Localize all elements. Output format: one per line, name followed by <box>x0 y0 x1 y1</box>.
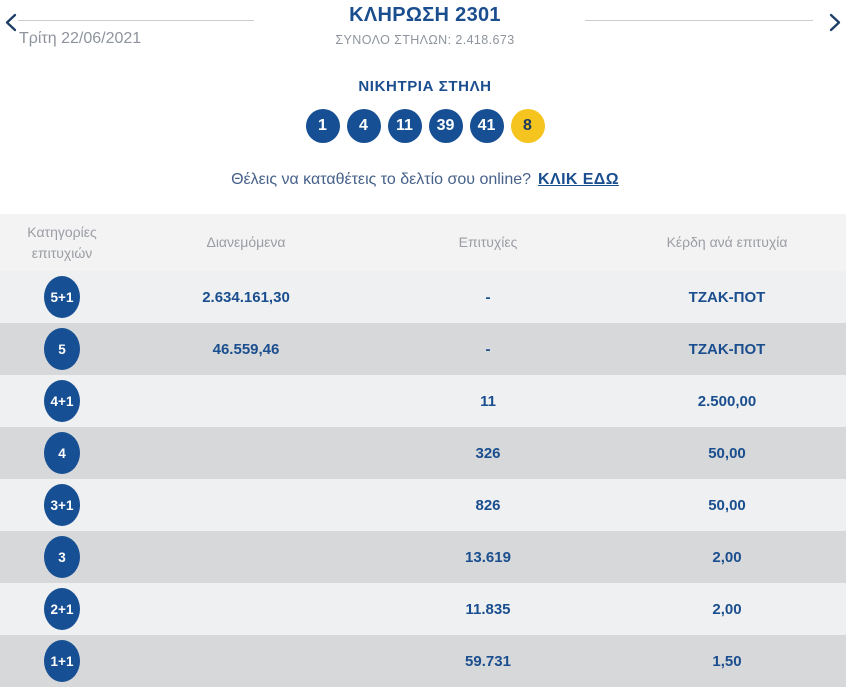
wins-value: - <box>485 288 491 306</box>
prize-value: 2,00 <box>712 548 742 566</box>
prize-value: ΤΖΑΚ-ΠΟΤ <box>688 340 766 358</box>
winning-number-ball: 1 <box>305 109 340 143</box>
winning-number-ball: 11 <box>387 109 422 143</box>
table-row: 4 326 50,00 <box>0 427 846 479</box>
category-badge: 3 <box>44 536 80 578</box>
cta-line: Θέλεις να καταθέτεις το δελτίο σου onlin… <box>0 171 850 189</box>
table-row: 3+1 826 50,00 <box>0 479 846 531</box>
category-badge: 5 <box>44 328 80 370</box>
wins-value: 13.619 <box>465 548 511 566</box>
prize-value: 2.500,00 <box>697 392 757 410</box>
table-row: 3 13.619 2,00 <box>0 531 846 583</box>
prize-value: 50,00 <box>708 496 746 514</box>
cta-text: Θέλεις να καταθέτεις το δελτίο σου onlin… <box>231 171 532 188</box>
wins-value: 59.731 <box>465 652 511 670</box>
category-badge: 3+1 <box>44 484 80 526</box>
category-badge: 5+1 <box>44 276 80 318</box>
winning-number-ball: 4 <box>346 109 381 143</box>
category-badge: 4+1 <box>44 380 80 422</box>
header-wins: Επιτυχίες <box>458 234 518 251</box>
table-row: 4+1 11 2.500,00 <box>0 375 846 427</box>
winning-number-ball: 39 <box>428 109 463 143</box>
winning-column-label: ΝΙΚΗΤΡΙΑ ΣΤΗΛΗ <box>358 78 492 95</box>
category-badge: 4 <box>44 432 80 474</box>
wins-value: 326 <box>475 444 501 462</box>
table-row: 1+1 59.731 1,50 <box>0 635 846 687</box>
prize-value: 2,00 <box>712 600 742 618</box>
draw-title: ΚΛΗΡΩΣΗ 2301 <box>349 4 501 26</box>
draw-title-block: ΚΛΗΡΩΣΗ 2301 ΣΥΝΟΛΟ ΣΤΗΛΩΝ: 2.418.673 <box>0 4 850 47</box>
right-divider-line <box>585 20 813 21</box>
table-row: 5 46.559,46 - ΤΖΑΚ-ΠΟΤ <box>0 323 846 375</box>
prize-value: 50,00 <box>708 444 746 462</box>
header-category: Κατηγορίες επιτυχιών <box>27 224 97 261</box>
wins-value: 11 <box>480 392 496 410</box>
prize-table-header: Κατηγορίες επιτυχιών Διανεμόμενα Επιτυχί… <box>0 214 846 271</box>
table-row: 5+1 2.634.161,30 - ΤΖΑΚ-ΠΟΤ <box>0 271 846 323</box>
distributed-value: 46.559,46 <box>212 340 280 358</box>
category-badge: 1+1 <box>44 640 80 682</box>
prize-value: 1,50 <box>712 652 742 670</box>
wins-value: 826 <box>475 496 501 514</box>
prize-table: Κατηγορίες επιτυχιών Διανεμόμενα Επιτυχί… <box>0 214 846 687</box>
wins-value: - <box>485 340 491 358</box>
total-columns: ΣΥΝΟΛΟ ΣΤΗΛΩΝ: 2.418.673 <box>335 33 515 47</box>
click-here-link[interactable]: ΚΛΙΚ ΕΔΩ <box>538 171 619 188</box>
draw-navigation-bar: Τρίτη 22/06/2021 ΚΛΗΡΩΣΗ 2301 ΣΥΝΟΛΟ ΣΤΗ… <box>0 0 850 55</box>
winning-number-ball: 41 <box>469 109 504 143</box>
header-distributed: Διανεμόμενα <box>206 234 286 251</box>
winning-numbers: 1 4 11 39 41 8 <box>0 109 850 143</box>
distributed-value: 2.634.161,30 <box>202 288 290 306</box>
joker-number-ball: 8 <box>510 109 545 143</box>
table-row: 2+1 11.835 2,00 <box>0 583 846 635</box>
next-draw-chevron-icon[interactable] <box>828 13 842 32</box>
prize-value: ΤΖΑΚ-ΠΟΤ <box>688 288 766 306</box>
wins-value: 11.835 <box>465 600 511 618</box>
header-prize: Κέρδη ανά επιτυχία <box>666 234 788 251</box>
category-badge: 2+1 <box>44 588 80 630</box>
